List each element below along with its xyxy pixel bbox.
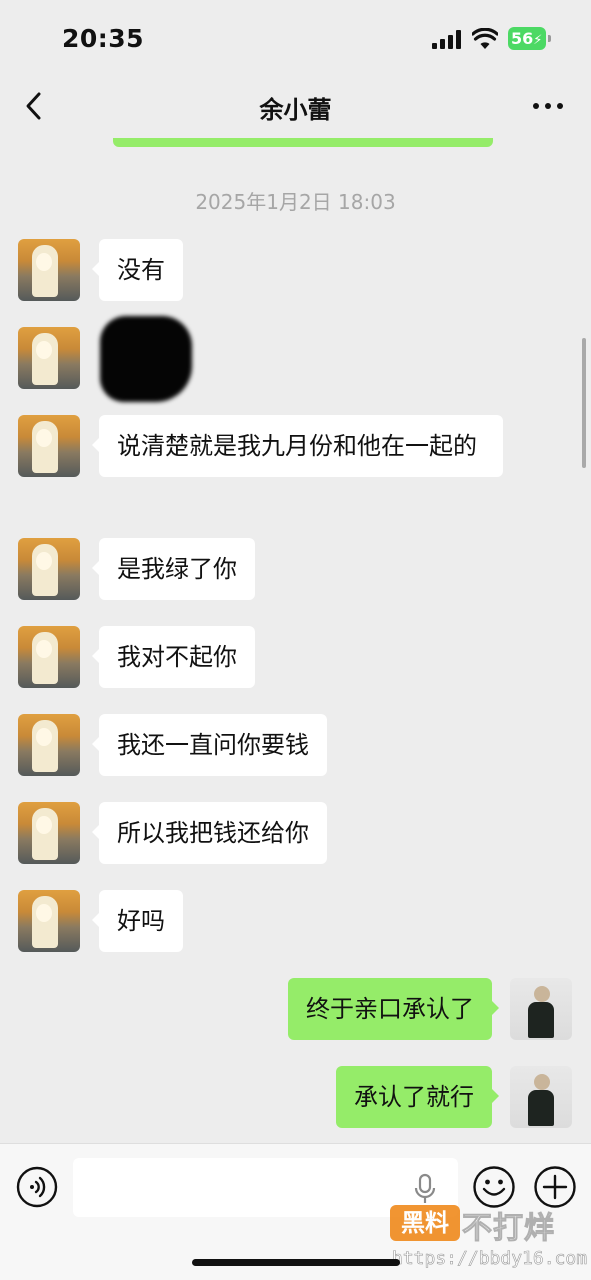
message-bubble-sent[interactable]: 承认了就行 (336, 1066, 499, 1128)
contact-avatar[interactable] (18, 626, 80, 688)
message-bubble[interactable]: 好吗 (92, 890, 183, 952)
message-bubble[interactable]: 说清楚就是我九月份和他在一起的 (92, 415, 503, 477)
watermark-text: 不打烊 (462, 1211, 555, 1247)
charging-bolt-icon: ⚡ (533, 33, 543, 48)
user-avatar[interactable] (510, 978, 572, 1040)
contact-avatar[interactable] (18, 890, 80, 952)
message-bubble-sent[interactable]: 终于亲口承认了 (288, 978, 499, 1040)
wifi-icon (472, 28, 498, 49)
user-avatar[interactable] (510, 1066, 572, 1128)
home-indicator[interactable] (192, 1259, 400, 1266)
contact-avatar[interactable] (18, 714, 80, 776)
message-timestamp: 2025年1月2日 18:03 (195, 190, 396, 214)
more-options-button[interactable] (530, 94, 566, 118)
status-bar: 20:35 56⚡ (0, 0, 591, 78)
contact-avatar[interactable] (18, 415, 80, 477)
redacted-message[interactable] (100, 316, 192, 402)
contact-avatar[interactable] (18, 327, 80, 389)
contact-avatar[interactable] (18, 802, 80, 864)
status-time: 20:35 (62, 24, 145, 53)
chat-header: 余小蕾 (0, 78, 591, 138)
battery-indicator: 56⚡ (508, 27, 551, 50)
cellular-signal-icon (432, 29, 462, 49)
chat-title: 余小蕾 (259, 96, 332, 124)
battery-level: 56 (511, 29, 534, 48)
chat-scrollbar[interactable] (582, 338, 586, 468)
voice-input-toggle-icon[interactable] (16, 1166, 58, 1208)
message-bubble[interactable]: 没有 (92, 239, 183, 301)
message-bubble[interactable]: 我对不起你 (92, 626, 255, 688)
message-bubble[interactable]: 是我绿了你 (92, 538, 255, 600)
microphone-icon[interactable] (413, 1173, 437, 1205)
previous-message-edge (113, 138, 493, 147)
contact-avatar[interactable] (18, 239, 80, 301)
watermark-url: https://bbdy16.com (392, 1248, 588, 1270)
contact-avatar[interactable] (18, 538, 80, 600)
message-bubble[interactable]: 我还一直问你要钱 (92, 714, 327, 776)
watermark-badge: 黑料 (390, 1205, 460, 1241)
message-bubble[interactable]: 所以我把钱还给你 (92, 802, 327, 864)
